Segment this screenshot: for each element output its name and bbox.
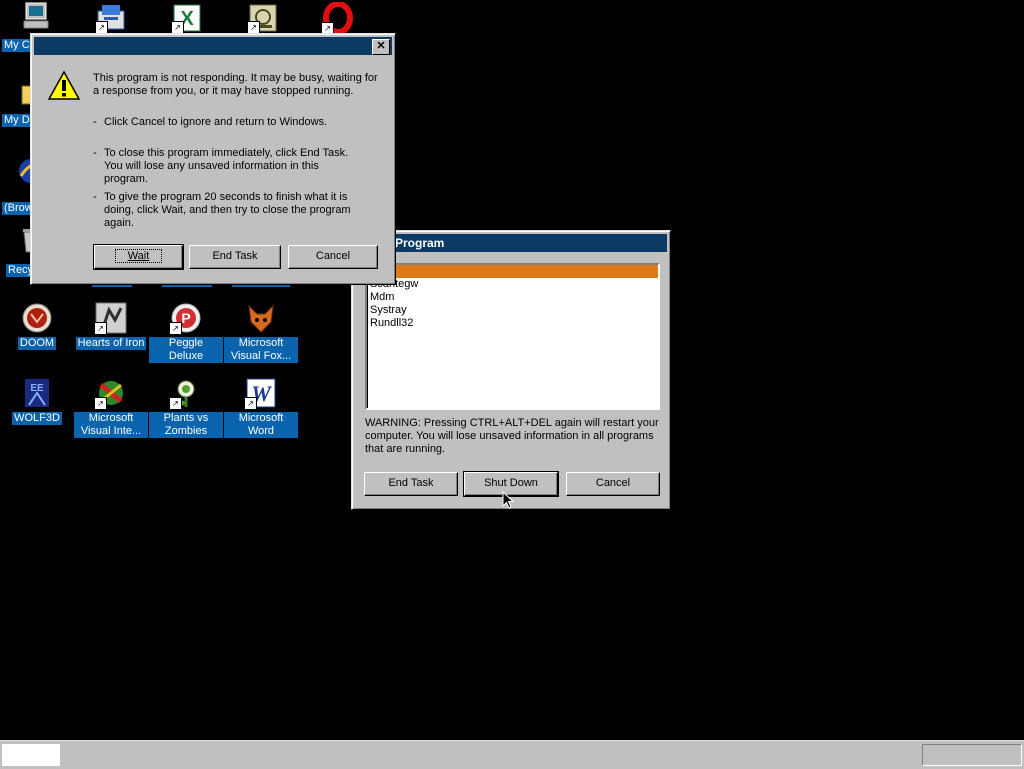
desktop-icon-peggle[interactable]: P ↗ Peggle Deluxe bbox=[149, 302, 223, 363]
desktop-icon-word[interactable]: W ↗ Microsoft Word bbox=[224, 377, 298, 438]
close-program-titlebar[interactable]: Program bbox=[355, 234, 667, 252]
schedule-icon[interactable]: ↗ bbox=[247, 3, 278, 34]
excel-icon[interactable]: X ↗ bbox=[171, 3, 202, 34]
taskbar bbox=[0, 740, 1024, 769]
close-icon: ✕ bbox=[376, 40, 386, 52]
peggle-icon: P ↗ bbox=[169, 302, 202, 335]
desktop-icon-hearts-of-iron[interactable]: ↗ Hearts of Iron bbox=[74, 302, 148, 350]
visual-interdev-icon: ↗ bbox=[94, 377, 127, 410]
task-list-item[interactable]: Systray bbox=[367, 304, 658, 317]
doom-icon bbox=[21, 302, 53, 334]
opera-icon[interactable]: ↗ bbox=[321, 1, 354, 35]
not-responding-titlebar[interactable]: ✕ bbox=[34, 37, 392, 55]
task-list-item[interactable]: Scantegw bbox=[367, 278, 658, 291]
task-list-item[interactable]: Rundll32 bbox=[367, 317, 658, 330]
cancel-button[interactable]: Cancel bbox=[288, 245, 378, 269]
desktop-icon-visual-interdev[interactable]: ↗ Microsoft Visual Inte... bbox=[74, 377, 148, 438]
bullet-dash: - bbox=[93, 116, 97, 128]
warning-text: WARNING: Pressing CTRL+ALT+DEL again wil… bbox=[365, 417, 659, 455]
not-responding-dialog: ✕ This program is not responding. It may… bbox=[30, 33, 396, 285]
cancel-button[interactable]: Cancel bbox=[566, 472, 660, 496]
close-button[interactable]: ✕ bbox=[372, 39, 390, 55]
desktop-icon-visual-foxpro[interactable]: Microsoft Visual Fox... bbox=[224, 302, 298, 363]
bullet-text: To close this program immediately, click… bbox=[104, 147, 349, 185]
not-responding-message: This program is not responding. It may b… bbox=[93, 72, 378, 97]
inbox-icon[interactable]: ↗ bbox=[95, 3, 128, 34]
word-icon: W ↗ bbox=[244, 377, 277, 410]
my-computer-icon[interactable] bbox=[22, 2, 52, 30]
mouse-cursor-icon bbox=[502, 490, 515, 510]
bullet-dash: - bbox=[93, 191, 97, 203]
svg-text:P: P bbox=[181, 310, 190, 326]
visual-foxpro-icon bbox=[245, 302, 277, 334]
desktop-icon-wolf3d[interactable]: EE WOLF3D bbox=[0, 377, 74, 425]
desktop-icon-doom[interactable]: DOOM bbox=[0, 302, 74, 350]
task-list-item[interactable]: ...ter bbox=[367, 265, 658, 278]
desktop-icon-plants-vs-zombies[interactable]: ↗ Plants vs Zombies bbox=[149, 377, 223, 438]
close-program-dialog: Program ...ter Scantegw Mdm Systray Rund… bbox=[351, 230, 671, 510]
bullet-text: To give the program 20 seconds to finish… bbox=[104, 191, 351, 229]
task-list[interactable]: ...ter Scantegw Mdm Systray Rundll32 bbox=[365, 263, 660, 410]
plants-vs-zombies-icon: ↗ bbox=[169, 377, 202, 410]
system-tray bbox=[922, 744, 1022, 766]
task-list-item[interactable]: Mdm bbox=[367, 291, 658, 304]
warning-icon bbox=[47, 70, 81, 102]
hearts-of-iron-icon: ↗ bbox=[94, 302, 127, 335]
bullet-dash: - bbox=[93, 147, 97, 159]
start-button[interactable] bbox=[2, 744, 60, 766]
bullet-text: Click Cancel to ignore and return to Win… bbox=[104, 116, 328, 128]
end-task-button[interactable]: End Task bbox=[189, 245, 281, 269]
wait-button[interactable]: Wait bbox=[93, 244, 184, 270]
end-task-button[interactable]: End Task bbox=[364, 472, 458, 496]
close-program-title: Program bbox=[395, 236, 445, 250]
wolf3d-icon: EE bbox=[21, 377, 53, 409]
